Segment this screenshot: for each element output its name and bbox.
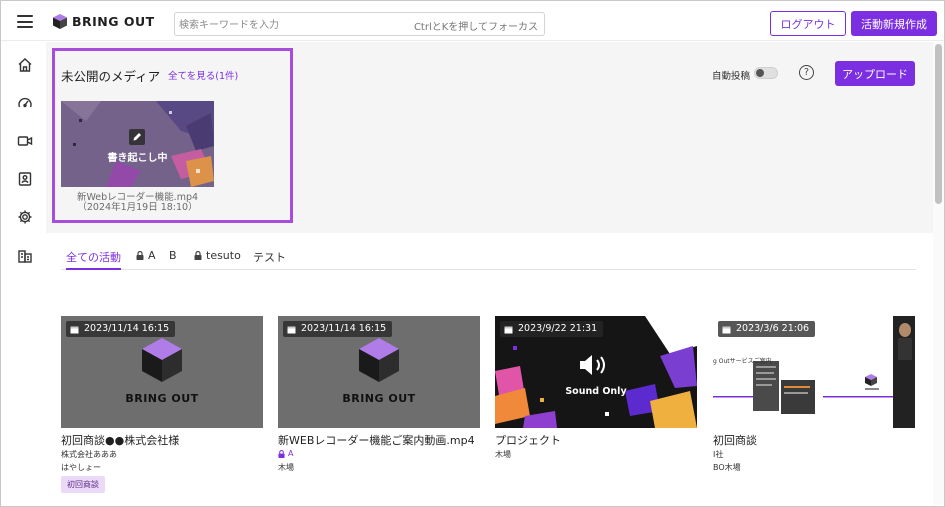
dashboard-icon[interactable] (17, 95, 33, 111)
toggle-knob (756, 69, 764, 77)
card-title[interactable]: 新WEBレコーダー機能ご案内動画.mp4 (278, 432, 475, 448)
lock-icon (136, 251, 144, 260)
search-box[interactable]: CtrlとKを押してフォーカス (174, 12, 545, 37)
card-title[interactable]: プロジェクト (495, 432, 561, 448)
card-group-label: A (288, 449, 294, 458)
autopost-label: 自動投稿 (712, 71, 751, 82)
date-text: 2023/11/14 16:15 (84, 323, 170, 334)
tab-test[interactable]: テスト (253, 249, 286, 269)
help-icon[interactable]: ? (799, 65, 814, 80)
logo[interactable]: BRING OUT (53, 14, 155, 29)
logout-button[interactable]: ログアウト (770, 11, 846, 36)
tab-tesuto[interactable]: tesuto (194, 249, 241, 269)
card-thumbnail[interactable]: BRING OUT 2023/11/14 16:15 (278, 316, 480, 428)
date-badge: 2023/3/6 21:06 (718, 321, 816, 337)
search-input[interactable] (175, 14, 405, 37)
sidebar (1, 42, 46, 505)
organization-icon[interactable] (17, 248, 33, 264)
main-content: 未公開のメディア 全てを見る(1件) 書き起こし中 新Webレコーダー機能.mp… (46, 42, 933, 505)
edit-icon (129, 129, 145, 145)
card-owner: 木場 (495, 450, 511, 459)
date-badge: 2023/11/14 16:15 (66, 321, 176, 337)
date-text: 2023/3/6 21:06 (736, 323, 810, 334)
thumbnail-text: BRING OUT (125, 392, 199, 405)
card-company: I社 (713, 450, 724, 459)
section-title: 未公開のメディア (61, 69, 161, 84)
tab-a[interactable]: A (136, 249, 156, 269)
logo-cube-icon (53, 14, 67, 29)
tab-label: 全ての活動 (66, 251, 121, 264)
calendar-icon (722, 326, 731, 333)
logo-text: BRING OUT (72, 14, 155, 29)
card-thumbnail[interactable]: BRING OUT 2023/11/14 16:15 (61, 316, 263, 428)
top-header: BRING OUT CtrlとKを押してフォーカス ログアウト 活動新規作成 (1, 1, 944, 41)
card-group: A (278, 449, 293, 458)
home-icon[interactable] (17, 57, 33, 73)
create-activity-button[interactable]: 活動新規作成 (851, 11, 937, 36)
calendar-icon (504, 326, 513, 333)
card-owner: 木場 (278, 463, 294, 472)
media-caption: 新Webレコーダー機能.mp4 （2024年1月19日 18:10） (61, 193, 214, 213)
see-all-link[interactable]: 全てを見る(1件) (168, 68, 238, 82)
unpublished-media-thumbnail[interactable]: 書き起こし中 (61, 101, 214, 187)
speaker-icon (580, 355, 605, 375)
unpublished-media-section: 未公開のメディア 全てを見る(1件) 書き起こし中 新Webレコーダー機能.mp… (46, 42, 933, 233)
card-thumbnail[interactable]: g Outサービスご案内 2023/3/6 21:06 (713, 316, 915, 428)
card-owner: はやしょー (61, 463, 101, 472)
upload-button[interactable]: アップロード (835, 61, 915, 86)
media-datetime: （2024年1月19日 18:10） (77, 202, 198, 213)
date-text: 2023/11/14 16:15 (301, 323, 387, 334)
date-badge: 2023/11/14 16:15 (283, 321, 393, 337)
card-company: 株式会社あああ (61, 450, 117, 459)
lock-icon (194, 251, 202, 260)
lock-icon (278, 449, 285, 458)
autopost-toggle[interactable] (754, 67, 778, 79)
menu-icon[interactable] (17, 15, 33, 28)
vertical-scrollbar[interactable] (933, 42, 944, 505)
search-shortcut-hint: CtrlとKを押してフォーカス (413, 22, 538, 33)
thumbnail-text: Sound Only (565, 386, 627, 397)
card-title[interactable]: 初回商談●●株式会社様 (61, 432, 179, 448)
video-camera-icon[interactable] (17, 133, 33, 149)
thumbnail-text: BRING OUT (342, 392, 416, 405)
calendar-icon (70, 326, 79, 333)
scrollbar-thumb[interactable] (935, 44, 942, 204)
tab-label: テスト (253, 251, 286, 264)
date-text: 2023/9/22 21:31 (518, 323, 598, 334)
card-thumbnail[interactable]: Sound Only 2023/9/22 21:31 (495, 316, 697, 428)
tab-b[interactable]: B (169, 249, 177, 269)
media-status-label: 書き起こし中 (107, 153, 168, 164)
date-badge: 2023/9/22 21:31 (500, 321, 604, 337)
tab-label: B (169, 249, 177, 262)
tab-label: A (148, 249, 156, 262)
thumbnail-text: g Outサービスご案内 (713, 358, 772, 365)
card-owner: BO木場 (713, 463, 741, 472)
activity-tabs: 全ての活動 A B tesuto テスト (61, 246, 916, 270)
card-tag[interactable]: 初回商談 (61, 476, 105, 493)
tab-all-activities[interactable]: 全ての活動 (66, 249, 121, 270)
calendar-icon (287, 326, 296, 333)
settings-icon[interactable] (17, 209, 33, 225)
contact-icon[interactable] (17, 171, 33, 187)
tab-label: tesuto (206, 249, 241, 262)
card-title[interactable]: 初回商談 (713, 432, 757, 448)
